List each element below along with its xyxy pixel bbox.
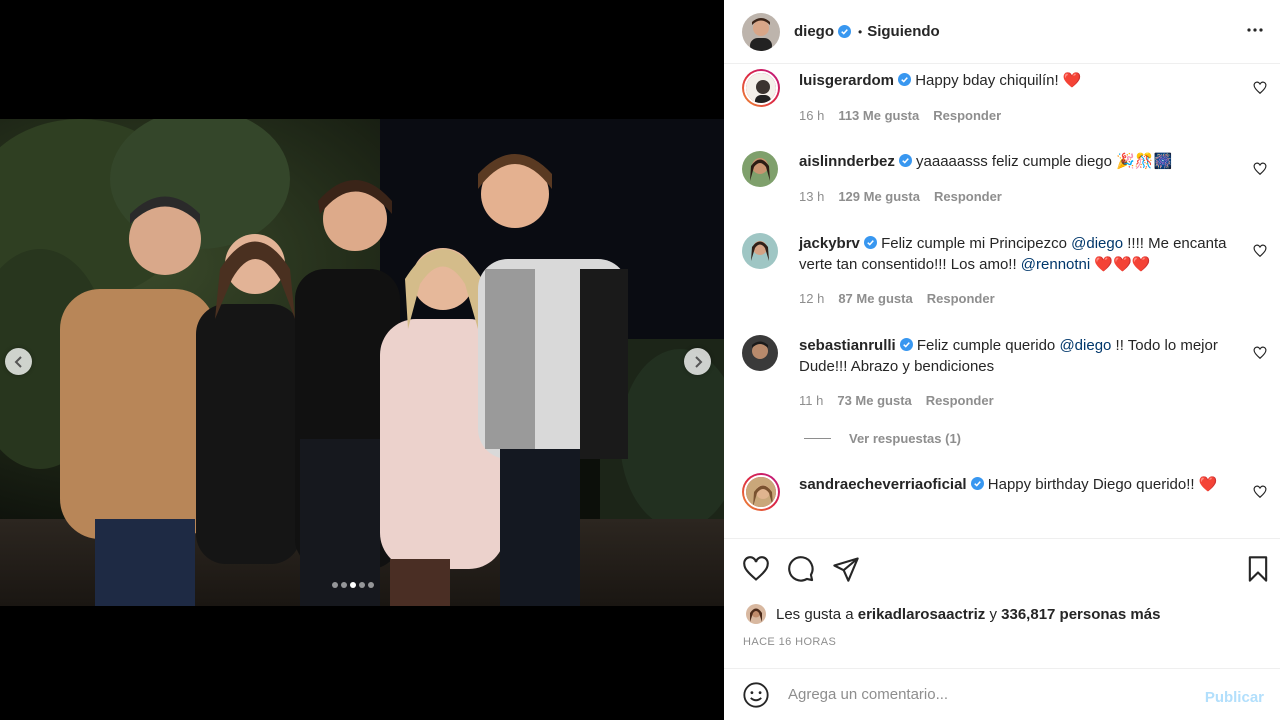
emoji-icon[interactable] (742, 681, 770, 709)
publish-button[interactable]: Publicar (1205, 689, 1264, 706)
comment-text: ❤️❤️❤️ (1090, 256, 1151, 273)
view-replies-label: Ver respuestas (1) (849, 431, 962, 446)
comment-text: Happy birthday Diego querido!! ❤️ (987, 476, 1218, 493)
comment-meta: 11 h 73 Me gusta Responder (799, 393, 1008, 408)
commenter-username[interactable]: jackybrv (799, 235, 860, 252)
comment-body: sebastianrulli Feliz cumple querido @die… (799, 335, 1239, 377)
comment-body: luisgerardom Happy bday chiquilín! ❤️ (799, 70, 1239, 91)
comment-composer: Publicar (724, 668, 1280, 720)
reply-button[interactable]: Responder (934, 189, 1002, 204)
comment-text: Feliz cumple mi Principezco (881, 235, 1072, 252)
chevron-right-icon (694, 355, 702, 368)
commenter-avatar[interactable] (742, 233, 778, 269)
verified-badge-icon (899, 338, 913, 351)
post-actions: Les gusta a erikadlarosaactriz y 336,817… (724, 538, 1280, 668)
commenter-avatar[interactable] (742, 335, 778, 371)
comments-list: luisgerardom Happy bday chiquilín! ❤️ 16… (724, 65, 1280, 538)
mention-link[interactable]: @diego (1059, 337, 1111, 354)
commenter-avatar[interactable] (742, 473, 780, 511)
carousel-dot (359, 582, 365, 588)
comment-meta: 12 h 87 Me gusta Responder (799, 291, 1009, 306)
like-heart-icon[interactable] (742, 555, 770, 583)
carousel-dot (332, 582, 338, 588)
post-side-panel: diego • Siguiendo luisgerardom Happy bda… (724, 0, 1280, 720)
carousel-dot (350, 582, 356, 588)
next-photo-button[interactable] (684, 348, 711, 375)
comment-time[interactable]: 11 h (799, 393, 823, 408)
like-comment-heart-icon[interactable] (1253, 244, 1267, 258)
carousel-dot (341, 582, 347, 588)
comment-likes[interactable]: 129 Me gusta (838, 189, 920, 204)
carousel-indicator (332, 582, 374, 588)
comment-likes[interactable]: 73 Me gusta (837, 393, 911, 408)
comment-text: yaaaaasss feliz cumple diego 🎉🎊🎆 (916, 153, 1173, 170)
reply-button[interactable]: Responder (927, 291, 995, 306)
comment-likes[interactable]: 87 Me gusta (838, 291, 912, 306)
comment-time[interactable]: 16 h (799, 108, 824, 123)
post-photo (0, 119, 724, 606)
like-comment-heart-icon[interactable] (1253, 485, 1267, 499)
view-replies-button[interactable]: Ver respuestas (1) (804, 431, 961, 446)
verified-badge-icon (970, 477, 984, 490)
post-media (0, 0, 724, 720)
author-username[interactable]: diego (794, 23, 834, 40)
like-comment-heart-icon[interactable] (1253, 162, 1267, 176)
comment-meta: 13 h 129 Me gusta Responder (799, 189, 1016, 204)
commenter-avatar[interactable] (742, 69, 780, 107)
more-options-icon[interactable] (1246, 21, 1264, 39)
author-avatar[interactable] (742, 12, 780, 51)
likes-summary: Les gusta a erikadlarosaactriz y 336,817… (746, 604, 1160, 624)
carousel-dot (368, 582, 374, 588)
following-button[interactable]: Siguiendo (867, 23, 940, 40)
verified-badge-icon (838, 25, 851, 38)
comment-body: sandraecheverriaoficial Happy birthday D… (799, 474, 1239, 495)
comment-bubble-icon[interactable] (787, 555, 815, 583)
comment-text: Happy bday chiquilín! ❤️ (915, 72, 1082, 89)
comment-input[interactable] (788, 686, 1188, 703)
reply-button[interactable]: Responder (926, 393, 994, 408)
comment-likes[interactable]: 113 Me gusta (838, 108, 919, 123)
liker-username[interactable]: erikadlarosaactriz (858, 606, 986, 623)
post-header: diego • Siguiendo (724, 0, 1280, 64)
chevron-left-icon (14, 355, 22, 368)
header-separator: • (858, 24, 863, 39)
verified-badge-icon (863, 236, 877, 249)
save-bookmark-icon[interactable] (1244, 555, 1272, 583)
verified-badge-icon (898, 154, 912, 167)
liker-avatar[interactable] (746, 604, 766, 624)
post-timestamp[interactable]: HACE 16 HORAS (743, 636, 836, 648)
mention-link[interactable]: @diego (1071, 235, 1123, 252)
share-send-icon[interactable] (832, 555, 860, 583)
verified-badge-icon (898, 73, 912, 86)
commenter-username[interactable]: luisgerardom (799, 72, 894, 89)
commenter-username[interactable]: sandraecheverriaoficial (799, 476, 967, 493)
like-comment-heart-icon[interactable] (1253, 81, 1267, 95)
comment-time[interactable]: 12 h (799, 291, 824, 306)
commenter-username[interactable]: sebastianrulli (799, 337, 896, 354)
reply-button[interactable]: Responder (933, 108, 1001, 123)
commenter-avatar[interactable] (742, 151, 778, 187)
like-comment-heart-icon[interactable] (1253, 346, 1267, 360)
replies-divider (804, 438, 831, 439)
likes-prefix: Les gusta a (776, 605, 854, 623)
comment-body: jackybrv Feliz cumple mi Principezco @di… (799, 233, 1239, 275)
comment-body: aislinnderbez yaaaaasss feliz cumple die… (799, 151, 1239, 172)
comment-meta: 16 h 113 Me gusta Responder (799, 108, 1015, 123)
likes-count[interactable]: 336,817 personas más (1001, 606, 1160, 623)
comment-text: Feliz cumple querido (916, 337, 1060, 354)
likes-middle: y (989, 605, 997, 623)
commenter-username[interactable]: aislinnderbez (799, 153, 895, 170)
comment-time[interactable]: 13 h (799, 189, 824, 204)
mention-link[interactable]: @rennotni (1021, 256, 1090, 273)
instagram-post-view: diego • Siguiendo luisgerardom Happy bda… (0, 0, 1280, 720)
previous-photo-button[interactable] (5, 348, 32, 375)
